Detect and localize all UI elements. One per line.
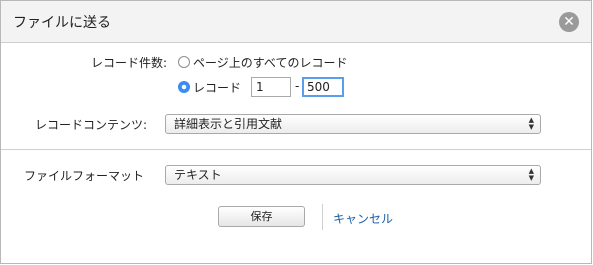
action-separator — [322, 204, 323, 230]
file-format-select[interactable]: テキスト ▲ ▼ — [165, 165, 541, 185]
dialog-title: ファイルに送る — [13, 15, 111, 31]
range-separator: - — [295, 79, 300, 93]
radio-all-records[interactable] — [178, 56, 190, 68]
file-format-label: ファイルフォーマット — [24, 169, 145, 183]
file-format-value: テキスト — [174, 168, 222, 182]
range-to-input[interactable] — [302, 77, 344, 97]
section-divider — [1, 149, 591, 150]
record-content-select[interactable]: 詳細表示と引用文献 ▲ ▼ — [165, 114, 541, 134]
radio-record-range-label: レコード — [193, 81, 242, 95]
radio-record-range[interactable] — [178, 81, 190, 93]
range-from-input[interactable] — [251, 77, 291, 97]
record-count-label: レコード件数: — [91, 56, 168, 70]
dialog-titlebar: ファイルに送る ✕ — [1, 1, 591, 43]
save-button[interactable]: 保存 — [218, 206, 305, 227]
record-content-label: レコードコンテンツ: — [35, 118, 148, 132]
select-arrows-icon: ▲ ▼ — [528, 116, 534, 131]
select-arrows-icon: ▲ ▼ — [528, 167, 534, 182]
cancel-link[interactable]: キャンセル — [333, 210, 393, 227]
radio-all-records-label: ページ上のすべてのレコード — [193, 56, 348, 70]
send-to-file-dialog: ファイルに送る ✕ レコード件数: ページ上のすべてのレコード レコード - レ… — [0, 0, 592, 264]
close-icon[interactable]: ✕ — [559, 12, 579, 32]
record-content-value: 詳細表示と引用文献 — [174, 117, 283, 131]
